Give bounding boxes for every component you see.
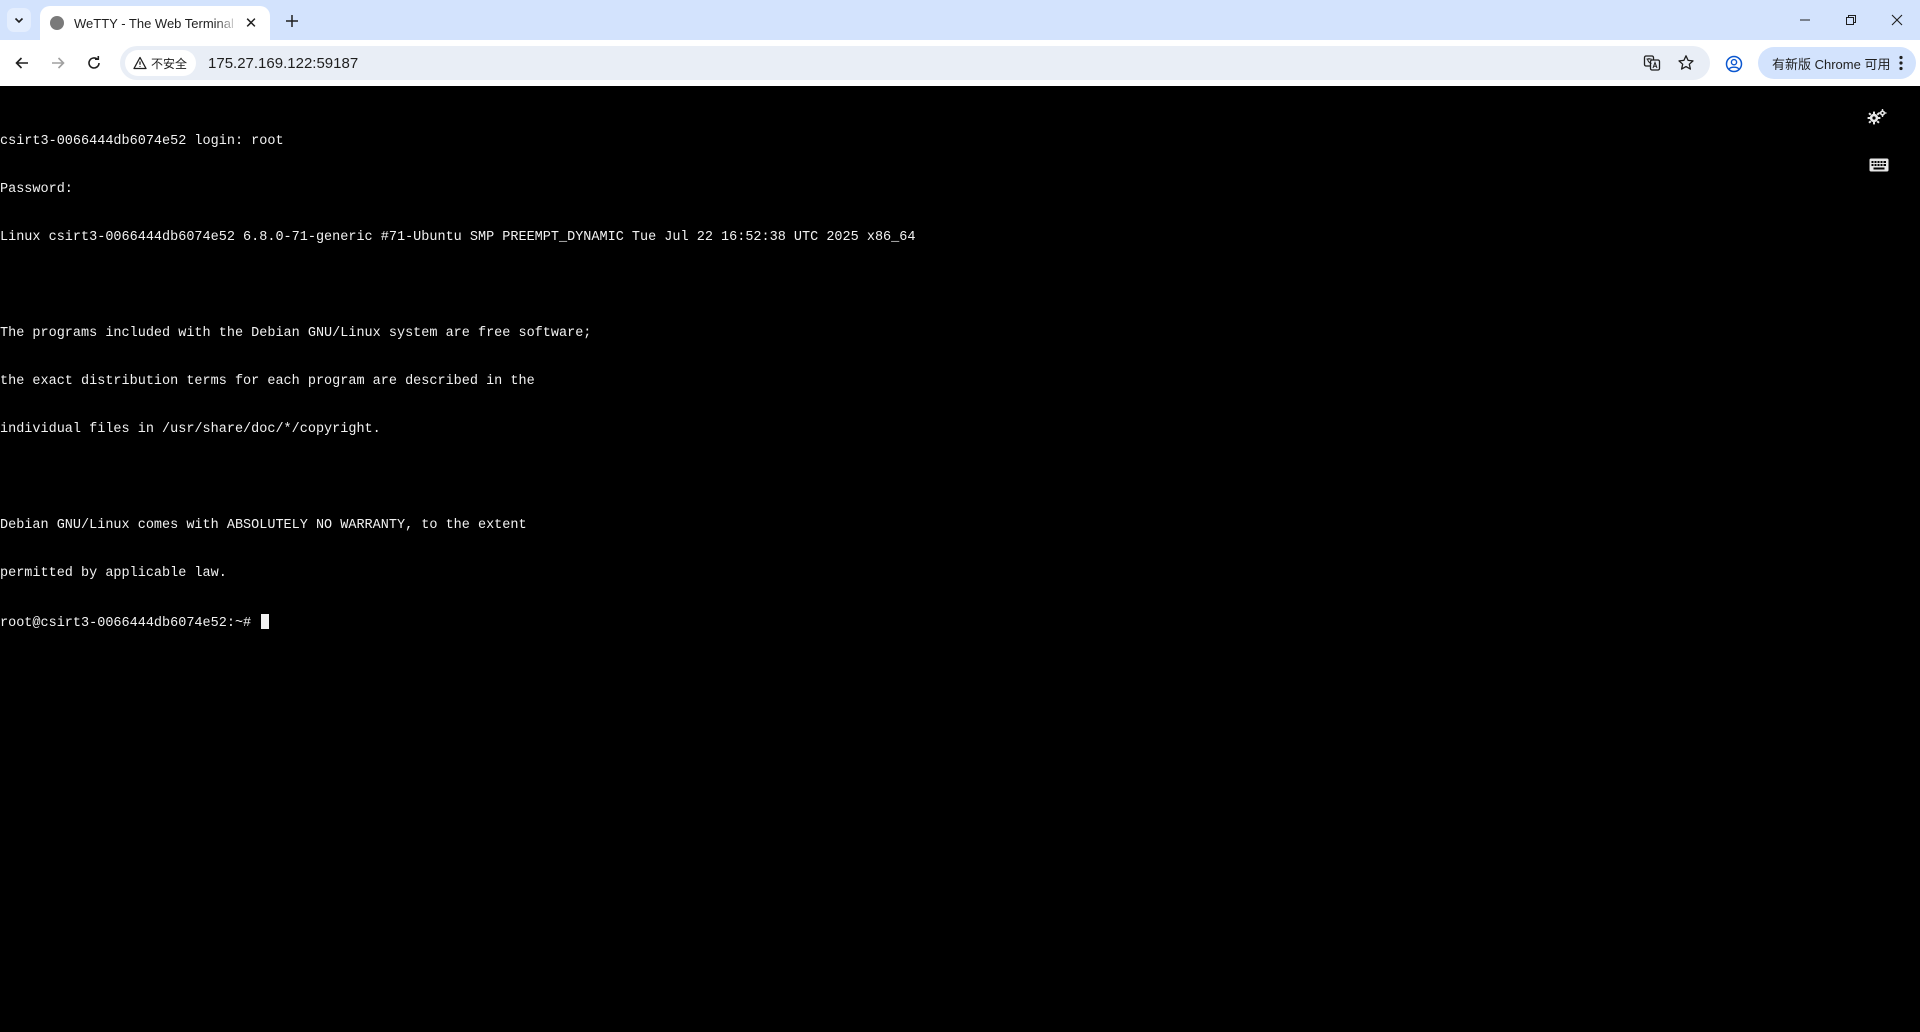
gears-icon: [1867, 109, 1887, 125]
terminal-cursor: [261, 614, 270, 629]
terminal-output: csirt3-0066444db6074e52 login: root Pass…: [0, 102, 915, 662]
tab-search-button[interactable]: [7, 8, 31, 32]
tab-strip: WeTTY - The Web Terminal Emulator ✕: [0, 0, 1920, 40]
keyboard-icon: [1869, 158, 1889, 172]
chrome-update-button[interactable]: 有新版 Chrome 可用: [1758, 47, 1916, 79]
terminal-line: The programs included with the Debian GN…: [0, 326, 592, 341]
address-bar[interactable]: 不安全 175.27.169.122:59187: [120, 46, 1710, 80]
close-icon[interactable]: ✕: [242, 14, 260, 32]
tab-wetty[interactable]: WeTTY - The Web Terminal Emulator ✕: [40, 6, 270, 40]
plus-icon: [286, 15, 298, 27]
translate-icon: [1643, 55, 1661, 71]
restore-button[interactable]: [1828, 0, 1874, 40]
terminal-prompt-line[interactable]: root@csirt3-0066444db6074e52:~#: [0, 614, 915, 631]
reload-icon: [88, 56, 100, 69]
reload-button[interactable]: [80, 49, 108, 77]
update-label: 有新版 Chrome 可用: [1772, 56, 1891, 72]
browser-toolbar: 不安全 175.27.169.122:59187 有新版 Chrome 可用: [0, 40, 1920, 86]
url-text[interactable]: 175.27.169.122:59187: [208, 55, 358, 72]
profile-icon: [1725, 55, 1743, 73]
terminal-line: permitted by applicable law.: [0, 566, 227, 581]
terminal-line: csirt3-0066444db6074e52 login: root: [0, 134, 284, 149]
close-window-button[interactable]: [1874, 0, 1920, 40]
minimize-button[interactable]: [1782, 0, 1828, 40]
bookmark-button[interactable]: [1674, 51, 1698, 75]
settings-button[interactable]: [1865, 106, 1889, 128]
terminal-line: the exact distribution terms for each pr…: [0, 374, 535, 389]
warning-triangle-icon: [133, 56, 147, 70]
profile-button[interactable]: [1722, 52, 1746, 76]
site-security-chip[interactable]: 不安全: [125, 50, 197, 76]
terminal-prompt: root@csirt3-0066444db6074e52:~#: [0, 616, 260, 631]
back-button[interactable]: [8, 49, 36, 77]
star-icon: [1678, 55, 1694, 70]
translate-button[interactable]: [1640, 51, 1664, 75]
tab-title: WeTTY - The Web Terminal Emulator: [74, 15, 239, 31]
more-vertical-icon[interactable]: [1892, 54, 1910, 72]
terminal-line: Linux csirt3-0066444db6074e52 6.8.0-71-g…: [0, 230, 916, 245]
terminal-viewport[interactable]: csirt3-0066444db6074e52 login: root Pass…: [0, 86, 1920, 1032]
minimize-icon: [1800, 19, 1810, 21]
keyboard-button[interactable]: [1867, 154, 1891, 176]
restore-icon: [1846, 15, 1856, 25]
forward-button[interactable]: [44, 49, 72, 77]
terminal-line: Password:: [0, 182, 73, 197]
globe-icon: [50, 16, 64, 30]
close-icon: [1891, 14, 1903, 26]
chevron-down-icon: [14, 17, 24, 24]
terminal-line: Debian GNU/Linux comes with ABSOLUTELY N…: [0, 518, 527, 533]
security-label: 不安全: [151, 56, 188, 71]
arrow-left-icon: [15, 57, 28, 69]
new-tab-button[interactable]: [280, 9, 304, 33]
terminal-line: individual files in /usr/share/doc/*/cop…: [0, 422, 381, 437]
arrow-right-icon: [52, 57, 65, 69]
